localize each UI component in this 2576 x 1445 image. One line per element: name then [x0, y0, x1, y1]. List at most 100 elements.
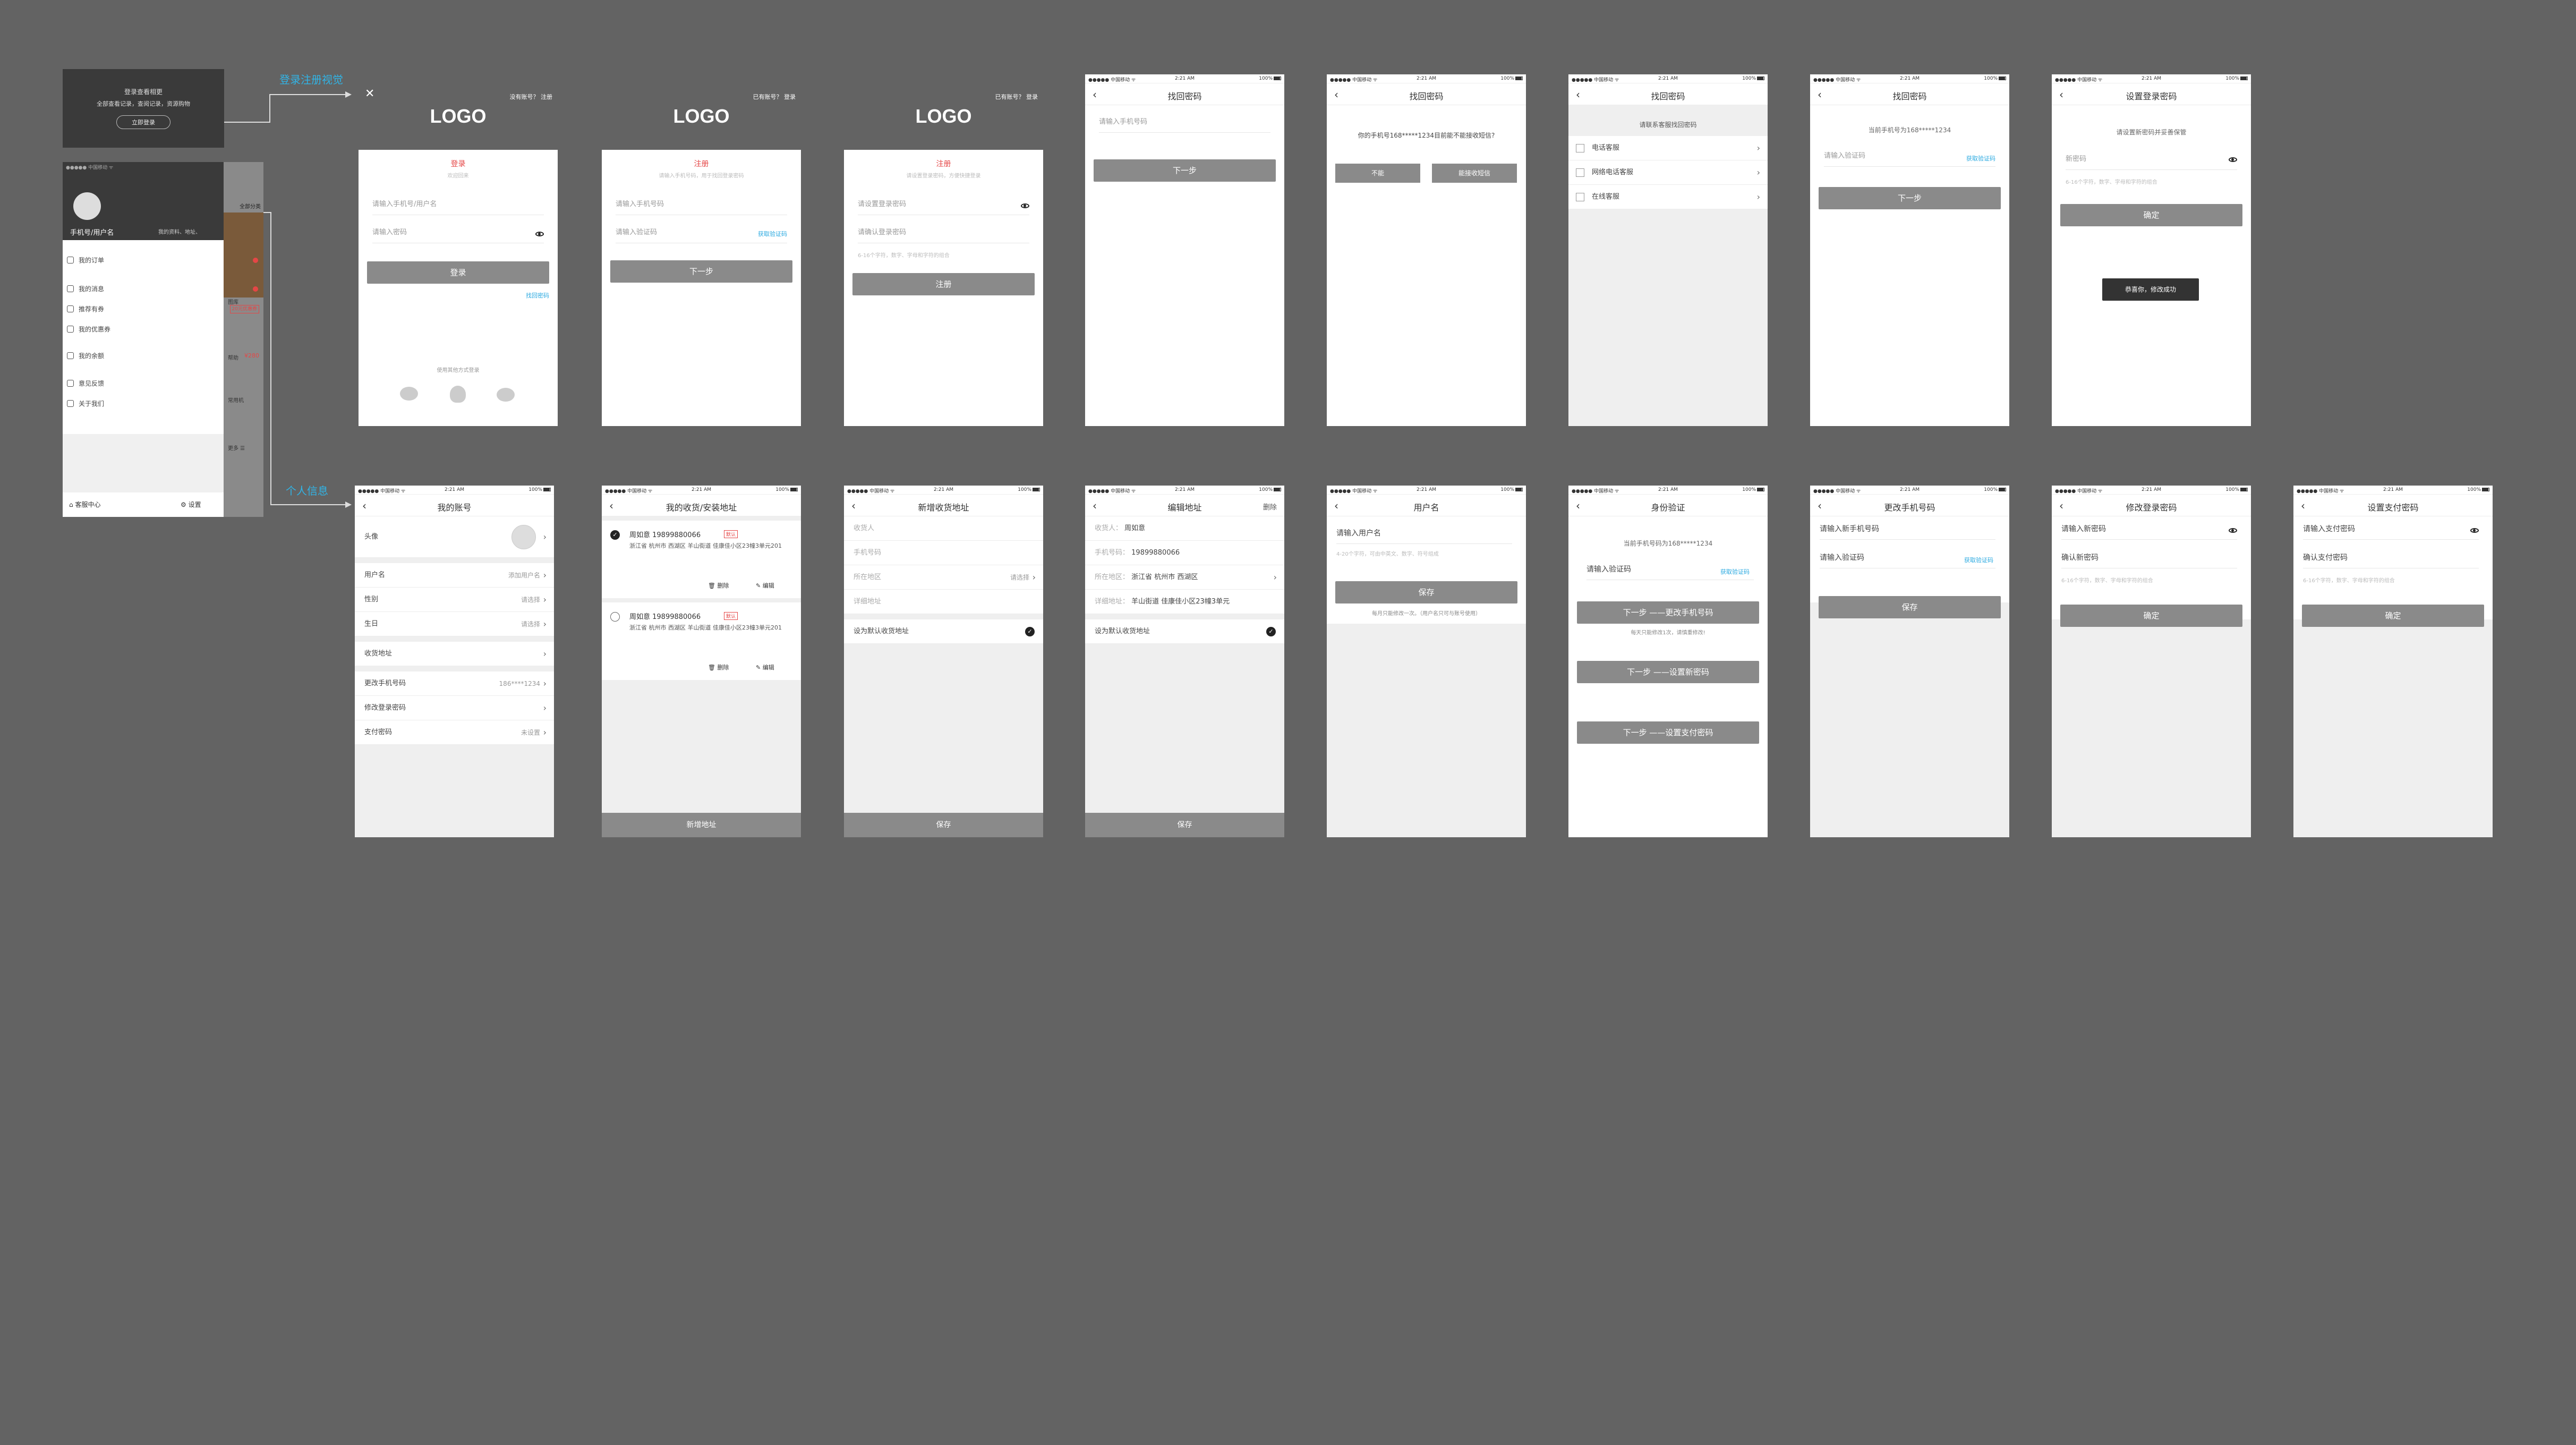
screen-change-login-password: ●●●●● 中国移动 ᯤ 2:21 AM 100% ‹ 修改登录密码 请输入新密码 确…: [2052, 486, 2251, 837]
new-password-input[interactable]: 请输入新密码: [2061, 518, 2237, 540]
phone-input[interactable]: 请输入手机号码: [616, 194, 787, 215]
pay-password-row[interactable]: 支付密码 未设置 ›: [355, 720, 554, 745]
get-code-button[interactable]: 获取验证码: [1966, 154, 1995, 163]
pay-password-input[interactable]: 请输入支付密码: [2303, 518, 2479, 540]
eye-icon[interactable]: [2229, 157, 2237, 162]
new-phone-input[interactable]: 请输入新手机号码: [1820, 518, 1995, 540]
online-service-row[interactable]: 在线客服 ›: [1568, 185, 1768, 209]
get-code-button[interactable]: 获取验证码: [1720, 567, 1750, 576]
change-password-row[interactable]: 修改登录密码 ›: [355, 696, 554, 720]
address-card[interactable]: ✓ 周如意 19899880066 默认 浙江省 杭州市 西湖区 羊山街道 佳康…: [602, 521, 801, 598]
wechat-icon[interactable]: [400, 387, 418, 401]
eye-icon[interactable]: [535, 232, 544, 236]
menu-feedback[interactable]: 意见反馈: [67, 376, 216, 392]
can-receive-button[interactable]: 能接收短信: [1432, 164, 1517, 183]
region-field[interactable]: 所在地区 请选择 ›: [844, 565, 1043, 590]
confirm-password-input[interactable]: 确认新密码: [2061, 547, 2237, 568]
tab-login[interactable]: 登录: [359, 158, 558, 169]
next-set-pay-password-button[interactable]: 下一步 ——设置支付密码: [1577, 721, 1759, 744]
login-now-button[interactable]: 立即登录: [116, 115, 170, 129]
region-field[interactable]: 所在地区： 浙江省 杭州市 西湖区 ›: [1085, 565, 1284, 590]
close-icon[interactable]: ✕: [365, 87, 374, 100]
network-phone-service-row[interactable]: 网络电话客服 ›: [1568, 160, 1768, 185]
receiver-field[interactable]: 收货人： 周如意: [1085, 516, 1284, 541]
edit-button[interactable]: ✎ 编辑: [756, 663, 774, 672]
change-phone-row[interactable]: 更改手机号码 186****1234 ›: [355, 672, 554, 696]
menu-my-orders[interactable]: 我的订单: [67, 252, 258, 268]
password-input[interactable]: 请设置登录密码: [858, 194, 1029, 215]
receiver-field[interactable]: 收货人: [844, 516, 1043, 541]
next-button[interactable]: 下一步: [610, 260, 792, 283]
screen-username: ●●●●● 中国移动 ᯤ 2:21 AM 100% ‹ 用户名 请输入用户名 4-20…: [1327, 486, 1526, 837]
qq-icon[interactable]: [450, 386, 466, 403]
password-input[interactable]: 请输入密码: [372, 222, 544, 243]
birthday-row[interactable]: 生日 请选择 ›: [355, 612, 554, 636]
top-right-link[interactable]: 已有账号？ 登录: [753, 92, 796, 101]
phone-service-row[interactable]: 电话客服 ›: [1568, 136, 1768, 160]
status-bar: ●●●●● 中国移动 ᯤ 2:21 AM 100%: [1327, 74, 1526, 83]
phone-input[interactable]: 请输入手机号码: [1099, 112, 1270, 133]
avatar-row[interactable]: 头像 ›: [355, 516, 554, 558]
confirm-password-input[interactable]: 请确认登录密码: [858, 222, 1029, 243]
confirm-button[interactable]: 确定: [2060, 605, 2242, 627]
detail-address-field[interactable]: 详细地址： 羊山街道 佳康佳小区23幢3单元: [1085, 590, 1284, 614]
gender-row[interactable]: 性别 请选择 ›: [355, 588, 554, 612]
new-password-input[interactable]: 新密码: [2066, 149, 2237, 170]
confirm-button[interactable]: 确定: [2060, 204, 2242, 226]
check-icon[interactable]: ✓: [1025, 627, 1035, 636]
eye-icon[interactable]: [2229, 528, 2237, 533]
address-row[interactable]: 收货地址 ›: [355, 642, 554, 666]
add-address-button[interactable]: 新增地址: [602, 813, 801, 837]
tab-register[interactable]: 注册: [844, 158, 1043, 169]
next-change-phone-button[interactable]: 下一步 ——更改手机号码: [1577, 601, 1759, 624]
username-row[interactable]: 用户名 添加用户名 ›: [355, 563, 554, 588]
address-card[interactable]: 周如意 19899880066 默认 浙江省 杭州市 西湖区 羊山街道 佳康佳小…: [602, 602, 801, 680]
delete-button[interactable]: 🗑 删除: [708, 663, 729, 672]
phone-field[interactable]: 手机号码： 19899880066: [1085, 541, 1284, 565]
save-button[interactable]: 保存: [1085, 813, 1284, 837]
menu-balance[interactable]: 我的余额 ¥280: [67, 348, 259, 364]
get-code-button[interactable]: 获取验证码: [1964, 556, 1993, 564]
confirm-button[interactable]: 确定: [2302, 605, 2484, 627]
detail-address-field[interactable]: 详细地址: [844, 590, 1043, 614]
profile-link[interactable]: 我的资料、地址、: [158, 227, 201, 235]
save-button[interactable]: 保存: [1819, 596, 2001, 618]
menu-my-messages[interactable]: 我的消息: [67, 281, 258, 297]
username-input[interactable]: 请输入用户名: [1336, 523, 1512, 544]
edit-button[interactable]: ✎ 编辑: [756, 581, 774, 590]
screen-set-login-password: ●●●●● 中国移动 ᯤ 2:21 AM 100% ‹ 设置登录密码 请设置新密码并妥…: [2052, 74, 2251, 426]
cannot-button[interactable]: 不能: [1335, 164, 1420, 183]
check-icon[interactable]: ✓: [610, 530, 620, 540]
default-toggle-row[interactable]: 设为默认收货地址 ✓: [1085, 619, 1284, 644]
tab-register[interactable]: 注册: [602, 158, 801, 169]
next-button[interactable]: 下一步: [1819, 187, 2001, 209]
menu-coupons[interactable]: 我的优惠券: [67, 321, 216, 337]
delete-button[interactable]: 🗑 删除: [708, 581, 729, 590]
save-button[interactable]: 保存: [1335, 581, 1517, 604]
settings-link[interactable]: ⚙ 设置: [181, 500, 201, 509]
eye-icon[interactable]: [2470, 528, 2479, 533]
confirm-pay-password-input[interactable]: 确认支付密码: [2303, 547, 2479, 568]
next-set-password-button[interactable]: 下一步 ——设置新密码: [1577, 661, 1759, 683]
customer-service-link[interactable]: ⌂ 客服中心: [69, 500, 100, 509]
next-button[interactable]: 下一步: [1094, 159, 1276, 182]
top-right-link[interactable]: 已有账号？ 登录: [995, 92, 1038, 101]
forgot-password-link[interactable]: 找回密码: [526, 291, 549, 300]
delete-button[interactable]: 删除: [1263, 502, 1277, 512]
weibo-icon[interactable]: [497, 388, 515, 402]
radio-icon[interactable]: [610, 612, 620, 622]
eye-icon[interactable]: [1021, 203, 1029, 208]
top-right-link[interactable]: 没有账号？ 注册: [510, 92, 553, 101]
save-button[interactable]: 保存: [844, 813, 1043, 837]
menu-recommend[interactable]: 推荐有券 20元优惠券: [67, 301, 259, 317]
phone-field[interactable]: 手机号码: [844, 541, 1043, 565]
register-button[interactable]: 注册: [852, 273, 1035, 295]
account-input[interactable]: 请输入手机号/用户名: [372, 194, 544, 215]
profile-header[interactable]: 手机号/用户名 我的资料、地址、: [63, 171, 224, 240]
default-toggle-row[interactable]: 设为默认收货地址 ✓: [844, 619, 1043, 644]
check-icon[interactable]: ✓: [1266, 627, 1276, 636]
get-code-button[interactable]: 获取验证码: [758, 230, 787, 238]
subtitle: 欢迎回来: [447, 173, 469, 179]
menu-about[interactable]: 关于我们: [67, 396, 216, 412]
login-button[interactable]: 登录: [367, 261, 549, 284]
